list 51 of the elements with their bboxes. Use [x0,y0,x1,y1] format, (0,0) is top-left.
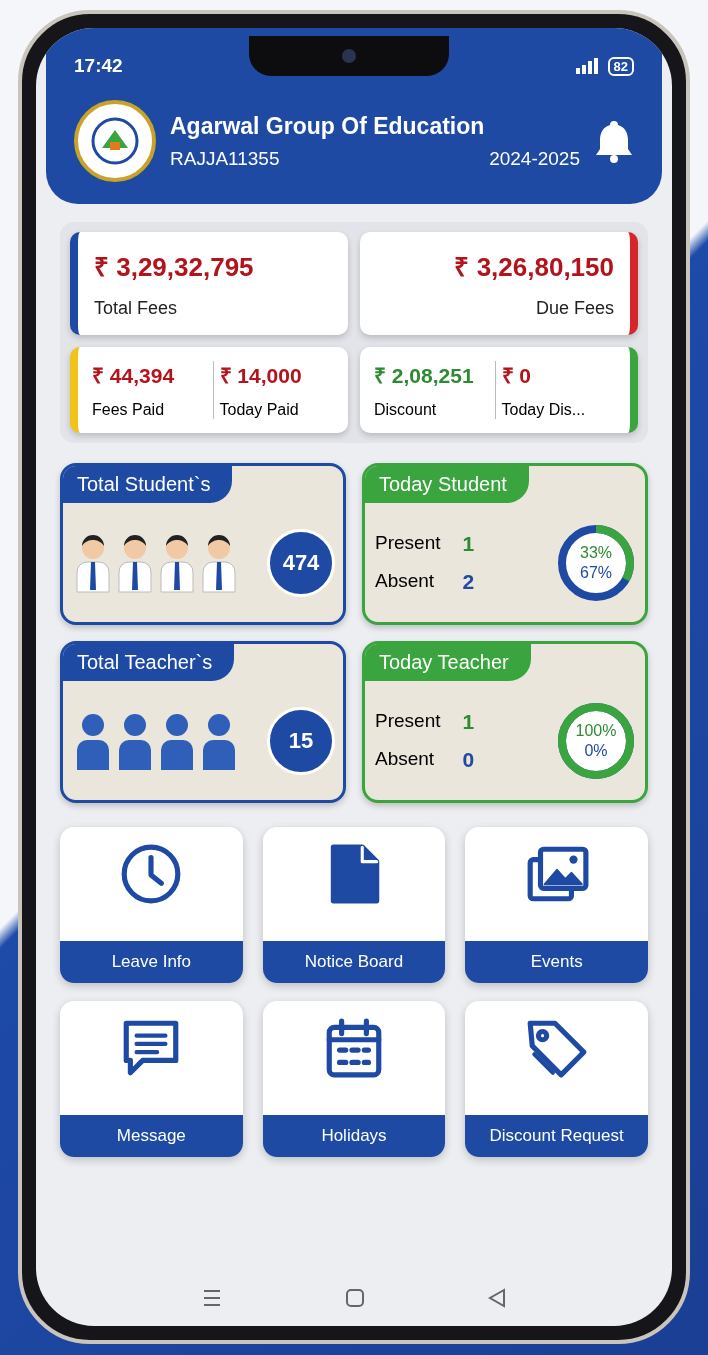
absent-label: Absent [375,569,436,593]
fee-label: Discount [374,401,438,419]
back-icon[interactable] [488,1288,507,1308]
fee-amount: ₹ 14,000 [219,363,303,389]
count-badge: 474 [267,528,335,597]
menu-tile[interactable]: Message [60,1001,243,1157]
card-title: Today Teacher [365,644,531,681]
fee-amount: ₹ 3,29,32,795 [94,251,255,284]
menu-icon[interactable] [201,1289,222,1307]
fee-amount: ₹ 44,394 [92,363,176,389]
home-icon[interactable] [345,1288,365,1308]
card-title: Total Teacher`s [63,644,235,681]
menu-tile[interactable]: Events [465,827,648,983]
fee-label: Due Fees [534,298,614,319]
menu-tile[interactable]: Notice Board [262,827,446,983]
fee-label: Fees Paid [92,401,166,419]
absent-label: Absent [375,747,436,771]
school-name: Agarwal Group Of Education [170,112,486,140]
present-label: Present [375,709,441,733]
absent-count: 0 [462,747,475,772]
fee-label: Total Fees [94,298,179,319]
signal-icon [575,58,600,74]
absent-percent: 0% [584,741,608,760]
present-count: 1 [462,531,475,556]
menu-tile[interactable]: Leave Info [60,827,243,983]
attendance-card[interactable]: Today Student Present 1 Absent 2 33% 67% [362,463,648,625]
menu-tile[interactable]: Discount Request [465,1001,648,1157]
absent-percent: 67% [580,563,612,582]
count-badge: 15 [267,706,335,775]
session-year: 2024-2025 [489,147,580,170]
school-code: RAJJA11355 [170,147,280,170]
summary-card[interactable]: Total Teacher`s 15 [60,641,346,803]
attendance-card[interactable]: Today Teacher Present 1 Absent 0 100% 0% [362,641,648,803]
status-time: 17:42 [74,55,123,77]
fee-label: Today Dis... [501,401,587,419]
present-percent: 100% [575,721,617,740]
fee-amount: ₹ 3,26,80,150 [453,251,614,284]
summary-card[interactable]: Total Student`s 474 [60,463,346,625]
absent-count: 2 [462,569,475,594]
fee-label: Today Paid [219,401,300,419]
fee-amount: ₹ 0 [501,363,532,389]
present-count: 1 [462,709,475,734]
present-percent: 33% [580,543,612,562]
menu-tile[interactable]: Holidays [262,1001,446,1157]
card-title: Total Student`s [63,466,233,503]
battery-level: 82 [607,56,634,76]
fee-amount: ₹ 2,08,251 [374,363,475,389]
notification-bell-icon[interactable] [594,119,634,163]
card-title: Today Student [365,466,529,503]
camera-icon [342,49,357,63]
present-label: Present [375,531,441,555]
